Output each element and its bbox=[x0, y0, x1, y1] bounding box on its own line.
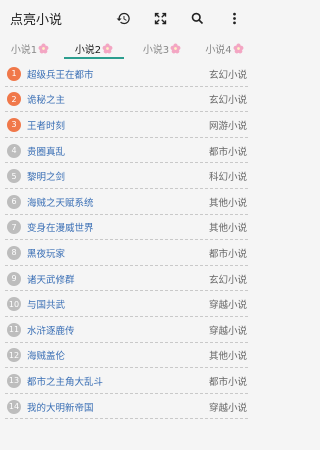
tab-2[interactable]: 小说2 bbox=[60, 36, 128, 60]
rank-badge: 14 bbox=[7, 399, 21, 414]
list-item[interactable]: 6 海贼之天赋系统 其他小说 bbox=[0, 189, 253, 215]
novel-category: 其他小说 bbox=[208, 197, 247, 209]
rank-badge: 13 bbox=[7, 373, 21, 388]
rank-badge: 8 bbox=[7, 245, 21, 260]
list-item[interactable]: 4 贵圈真乱 都市小说 bbox=[0, 138, 253, 164]
list-item[interactable]: 2 诡秘之主 玄幻小说 bbox=[0, 87, 253, 113]
rank-badge: 10 bbox=[7, 297, 21, 312]
history-icon[interactable] bbox=[105, 0, 142, 36]
rank-badge: 12 bbox=[7, 348, 21, 363]
novel-category: 穿越小说 bbox=[208, 402, 247, 414]
novel-category: 都市小说 bbox=[208, 376, 247, 388]
fullscreen-icon[interactable] bbox=[142, 0, 179, 36]
novel-title: 都市之主角大乱斗 bbox=[27, 376, 104, 388]
novel-title: 变身在漫威世界 bbox=[27, 223, 94, 235]
list-item[interactable]: 7 变身在漫威世界 其他小说 bbox=[0, 215, 253, 241]
tab-bar: 小说1 小说2 小说3 小说4 bbox=[0, 36, 253, 60]
novel-title: 水浒逐鹿传 bbox=[27, 325, 75, 337]
novel-title: 海贼之天赋系统 bbox=[27, 197, 94, 209]
novel-title: 黎明之剑 bbox=[27, 172, 66, 184]
tab-1[interactable]: 小说1 bbox=[0, 36, 60, 60]
novel-category: 玄幻小说 bbox=[208, 95, 247, 107]
novel-category: 其他小说 bbox=[208, 223, 247, 235]
list-item[interactable]: 14 我的大明新帝国 穿越小说 bbox=[0, 394, 253, 420]
app-title: 点亮小说 bbox=[10, 12, 63, 28]
flower-icon bbox=[38, 43, 49, 54]
list-item[interactable]: 8 黑夜玩家 都市小说 bbox=[0, 240, 253, 266]
rank-badge: 11 bbox=[7, 322, 21, 337]
novel-category: 穿越小说 bbox=[208, 300, 247, 312]
rank-badge: 7 bbox=[7, 220, 21, 235]
tab-label: 小说3 bbox=[142, 44, 170, 56]
rank-badge: 6 bbox=[7, 194, 21, 209]
flower-icon bbox=[233, 43, 244, 54]
novel-title: 诸天武修群 bbox=[27, 274, 75, 286]
list-item[interactable]: 9 诸天武修群 玄幻小说 bbox=[0, 266, 253, 292]
novel-category: 都市小说 bbox=[208, 146, 247, 158]
novel-category: 玄幻小说 bbox=[208, 69, 247, 81]
rank-badge: 3 bbox=[7, 117, 21, 132]
list-item[interactable]: 5 黎明之剑 科幻小说 bbox=[0, 163, 253, 189]
novel-title: 黑夜玩家 bbox=[27, 248, 66, 260]
novel-title: 海贼盖伦 bbox=[27, 351, 66, 363]
novel-category: 穿越小说 bbox=[208, 325, 247, 337]
novel-title: 诡秘之主 bbox=[27, 95, 66, 107]
rank-badge: 5 bbox=[7, 169, 21, 184]
rank-badge: 2 bbox=[7, 92, 21, 107]
app-bar: 点亮小说 bbox=[0, 0, 253, 36]
novel-category: 都市小说 bbox=[208, 248, 247, 260]
rank-badge: 4 bbox=[7, 143, 21, 158]
flower-icon bbox=[170, 43, 181, 54]
tab-label: 小说1 bbox=[10, 44, 38, 56]
novel-title: 贵圈真乱 bbox=[27, 146, 66, 158]
list-item[interactable]: 11 水浒逐鹿传 穿越小说 bbox=[0, 317, 253, 343]
novel-category: 其他小说 bbox=[208, 351, 247, 363]
list-item[interactable]: 13 都市之主角大乱斗 都市小说 bbox=[0, 368, 253, 394]
search-icon[interactable] bbox=[179, 0, 216, 36]
novel-category: 科幻小说 bbox=[208, 172, 247, 184]
more-vert-icon[interactable] bbox=[216, 0, 253, 36]
rank-badge: 9 bbox=[7, 271, 21, 286]
tab-4[interactable]: 小说4 bbox=[196, 36, 253, 60]
novel-title: 王者时刻 bbox=[27, 120, 66, 132]
novel-title: 超级兵王在都市 bbox=[27, 69, 94, 81]
tab-3[interactable]: 小说3 bbox=[128, 36, 196, 60]
novel-category: 网游小说 bbox=[208, 120, 247, 132]
flower-icon bbox=[102, 43, 113, 54]
novel-title: 与国共武 bbox=[27, 300, 66, 312]
list-item[interactable]: 1 超级兵王在都市 玄幻小说 bbox=[0, 61, 253, 87]
rank-badge: 1 bbox=[7, 66, 21, 81]
list-item[interactable]: 10 与国共武 穿越小说 bbox=[0, 291, 253, 317]
list-item[interactable]: 12 海贼盖伦 其他小说 bbox=[0, 343, 253, 369]
tab-label: 小说2 bbox=[74, 44, 102, 56]
list-item[interactable]: 3 王者时刻 网游小说 bbox=[0, 112, 253, 138]
tab-label: 小说4 bbox=[205, 44, 232, 56]
tab-indicator bbox=[64, 57, 124, 59]
novel-category: 玄幻小说 bbox=[208, 274, 247, 286]
novel-list: 1 超级兵王在都市 玄幻小说 2 诡秘之主 玄幻小说 3 王者时刻 网游小说 4 贵圈真乱 都市小说 5… bbox=[0, 61, 253, 419]
novel-title: 我的大明新帝国 bbox=[27, 402, 94, 414]
